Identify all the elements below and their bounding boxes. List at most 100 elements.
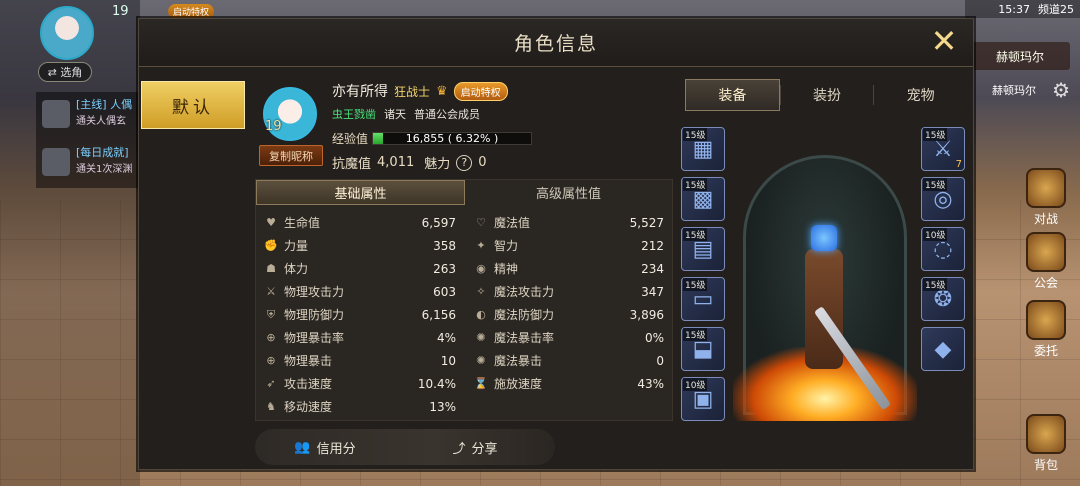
- spirit-icon: ◉: [476, 261, 486, 275]
- stat-cell: ⊕ 物理暴击率 4%: [264, 329, 464, 346]
- crosshair-icon: ⊕: [266, 353, 276, 367]
- magic-resist-row: 抗魔值 4,011 魅力 ? 0: [332, 153, 487, 172]
- people-icon: 👥: [294, 439, 311, 455]
- exp-bar: 16,855 ( 6.32% ): [372, 132, 533, 145]
- character-head: [811, 225, 837, 251]
- stat-label: 体力: [284, 262, 309, 276]
- side-button-battle[interactable]: 对战: [1022, 168, 1070, 227]
- stat-value: 6,597: [421, 215, 456, 230]
- guild-role-tag: 普通公会成员: [414, 108, 480, 121]
- quest-title: [每日成就]: [76, 146, 129, 159]
- settings-gear-icon[interactable]: ⚙: [1052, 78, 1070, 102]
- tab-equipment[interactable]: 装备: [685, 79, 780, 111]
- crown-icon: ♛: [436, 83, 448, 99]
- close-icon[interactable]: ✕: [929, 25, 959, 57]
- body-icon: ☗: [266, 261, 276, 275]
- side-button-bag[interactable]: 背包: [1022, 414, 1070, 473]
- equipment-slot[interactable]: ▤ 15级: [681, 227, 725, 271]
- stat-value: 6,156: [421, 307, 456, 322]
- brain-icon: ✦: [476, 238, 486, 252]
- equipment-slot[interactable]: ◆: [921, 327, 965, 371]
- stat-row: ♥ 生命值 6,597 ♡ 魔法值 5,527: [264, 211, 664, 234]
- stat-cell: ✧ 魔法攻击力 347: [464, 283, 664, 300]
- stat-cell: ✺ 魔法暴击率 0%: [464, 329, 664, 346]
- tag-row: 虫王戮凿 诸天 普通公会成员: [332, 106, 480, 122]
- stat-value: 10.4%: [417, 376, 456, 391]
- character-class: 狂战士: [394, 84, 431, 99]
- magic-crit-icon: ✺: [476, 353, 486, 367]
- equipment-slot[interactable]: ❂ 15级: [921, 277, 965, 321]
- magic-attack-icon: ✧: [476, 284, 486, 298]
- tab-advanced-stats[interactable]: 高级属性值: [465, 180, 672, 205]
- stat-row: ⊕ 物理暴击 10 ✺ 魔法暴击 0: [264, 349, 664, 372]
- equipment-slot[interactable]: ▩ 15级: [681, 177, 725, 221]
- quest-desc: 通关人偶玄: [76, 116, 126, 127]
- side-button-label: 委托: [1033, 344, 1058, 358]
- stat-label: 精神: [494, 262, 519, 276]
- stat-cell: ⊕ 物理暴击 10: [264, 352, 464, 369]
- boot-icon: ♞: [266, 399, 276, 413]
- share-button[interactable]: ⤴ 分享: [395, 438, 555, 457]
- commission-icon: [1026, 300, 1066, 340]
- attack-speed-icon: ➶: [266, 376, 276, 390]
- channel-text: 频道25: [1038, 3, 1074, 16]
- item-level: 15级: [923, 178, 948, 191]
- name-row: 亦有所得 狂战士 ♛ 启动特权: [332, 81, 508, 101]
- share-icon: ⤴: [452, 441, 466, 457]
- vip-badge[interactable]: 启动特权: [453, 81, 508, 101]
- charm-label: 魅力: [424, 157, 451, 172]
- equipment-slot[interactable]: ⚔ 15级 7: [921, 127, 965, 171]
- equipment-slot[interactable]: ▭ 15级: [681, 277, 725, 321]
- charm-value: 0: [478, 155, 487, 170]
- hud-vip-badge[interactable]: 启动特权: [168, 4, 215, 19]
- item-level: 15级: [683, 228, 708, 241]
- stat-label: 魔法暴击率: [494, 331, 555, 345]
- quest-title: [主线] 人偶: [76, 98, 133, 111]
- exp-row: 经验值 16,855 ( 6.32% ): [332, 130, 533, 147]
- equipment-slot[interactable]: ⬓ 15级: [681, 327, 725, 371]
- tab-default[interactable]: 默认: [141, 81, 245, 129]
- select-character-button[interactable]: ⇄ 选角: [38, 62, 92, 82]
- stat-value: 5,527: [629, 215, 664, 230]
- quest-daily[interactable]: [每日成就] 通关1次深渊: [36, 140, 140, 188]
- help-icon[interactable]: ?: [456, 154, 473, 171]
- credit-score-button[interactable]: 👥 信用分: [255, 438, 395, 457]
- stat-value: 10: [440, 353, 456, 368]
- avatar-level: 19: [265, 119, 282, 134]
- copy-nickname-button[interactable]: 复制昵称: [259, 145, 323, 166]
- stat-cell: ✊ 力量 358: [264, 237, 464, 254]
- side-button-commission[interactable]: 委托: [1022, 300, 1070, 359]
- stat-value: 3,896: [629, 307, 664, 322]
- equipment-slot[interactable]: ◎ 15级: [921, 177, 965, 221]
- equipment-slot[interactable]: ◌ 10级: [921, 227, 965, 271]
- item-level: 10级: [923, 228, 948, 241]
- item-level: 15级: [683, 128, 708, 141]
- stat-cell: ⛨ 物理防御力 6,156: [264, 306, 464, 323]
- fist-icon: ✊: [264, 238, 278, 252]
- stat-value: 0%: [644, 330, 664, 345]
- equipment-slot[interactable]: ▦ 15级: [681, 127, 725, 171]
- equipment-slot[interactable]: ▣ 10级: [681, 377, 725, 421]
- stat-grid: ♥ 生命值 6,597 ♡ 魔法值 5,527 ✊ 力量 358 ✦ 智力 212 ☗ 体力 263 ◉ 精神 2…: [256, 205, 672, 418]
- stat-label: 物理攻击力: [284, 285, 345, 299]
- tab-basic-stats[interactable]: 基础属性: [256, 180, 465, 205]
- magic-shield-icon: ◐: [476, 307, 486, 321]
- battle-icon: [1026, 168, 1066, 208]
- tab-pet[interactable]: 宠物: [874, 79, 967, 111]
- stat-label: 魔法暴击: [494, 354, 543, 368]
- character-name: 亦有所得: [332, 84, 388, 100]
- stat-value: 13%: [429, 399, 456, 414]
- stat-row: ➶ 攻击速度 10.4% ⌛ 施放速度 43%: [264, 372, 664, 395]
- quest-main[interactable]: [主线] 人偶 通关人偶玄: [36, 92, 140, 140]
- quest-desc: 通关1次深渊: [76, 164, 133, 175]
- stat-label: 物理暴击率: [284, 331, 345, 345]
- stat-value: 234: [641, 261, 664, 276]
- tab-outfit[interactable]: 装扮: [781, 79, 874, 111]
- panel-header: 角色信息 ✕: [139, 19, 973, 67]
- side-button-guild[interactable]: 公会: [1022, 232, 1070, 291]
- hud-avatar[interactable]: [40, 6, 94, 60]
- stat-label: 攻击速度: [284, 377, 333, 391]
- exp-label: 经验值: [332, 132, 369, 146]
- stat-value: 263: [433, 261, 456, 276]
- item-level: 15级: [683, 328, 708, 341]
